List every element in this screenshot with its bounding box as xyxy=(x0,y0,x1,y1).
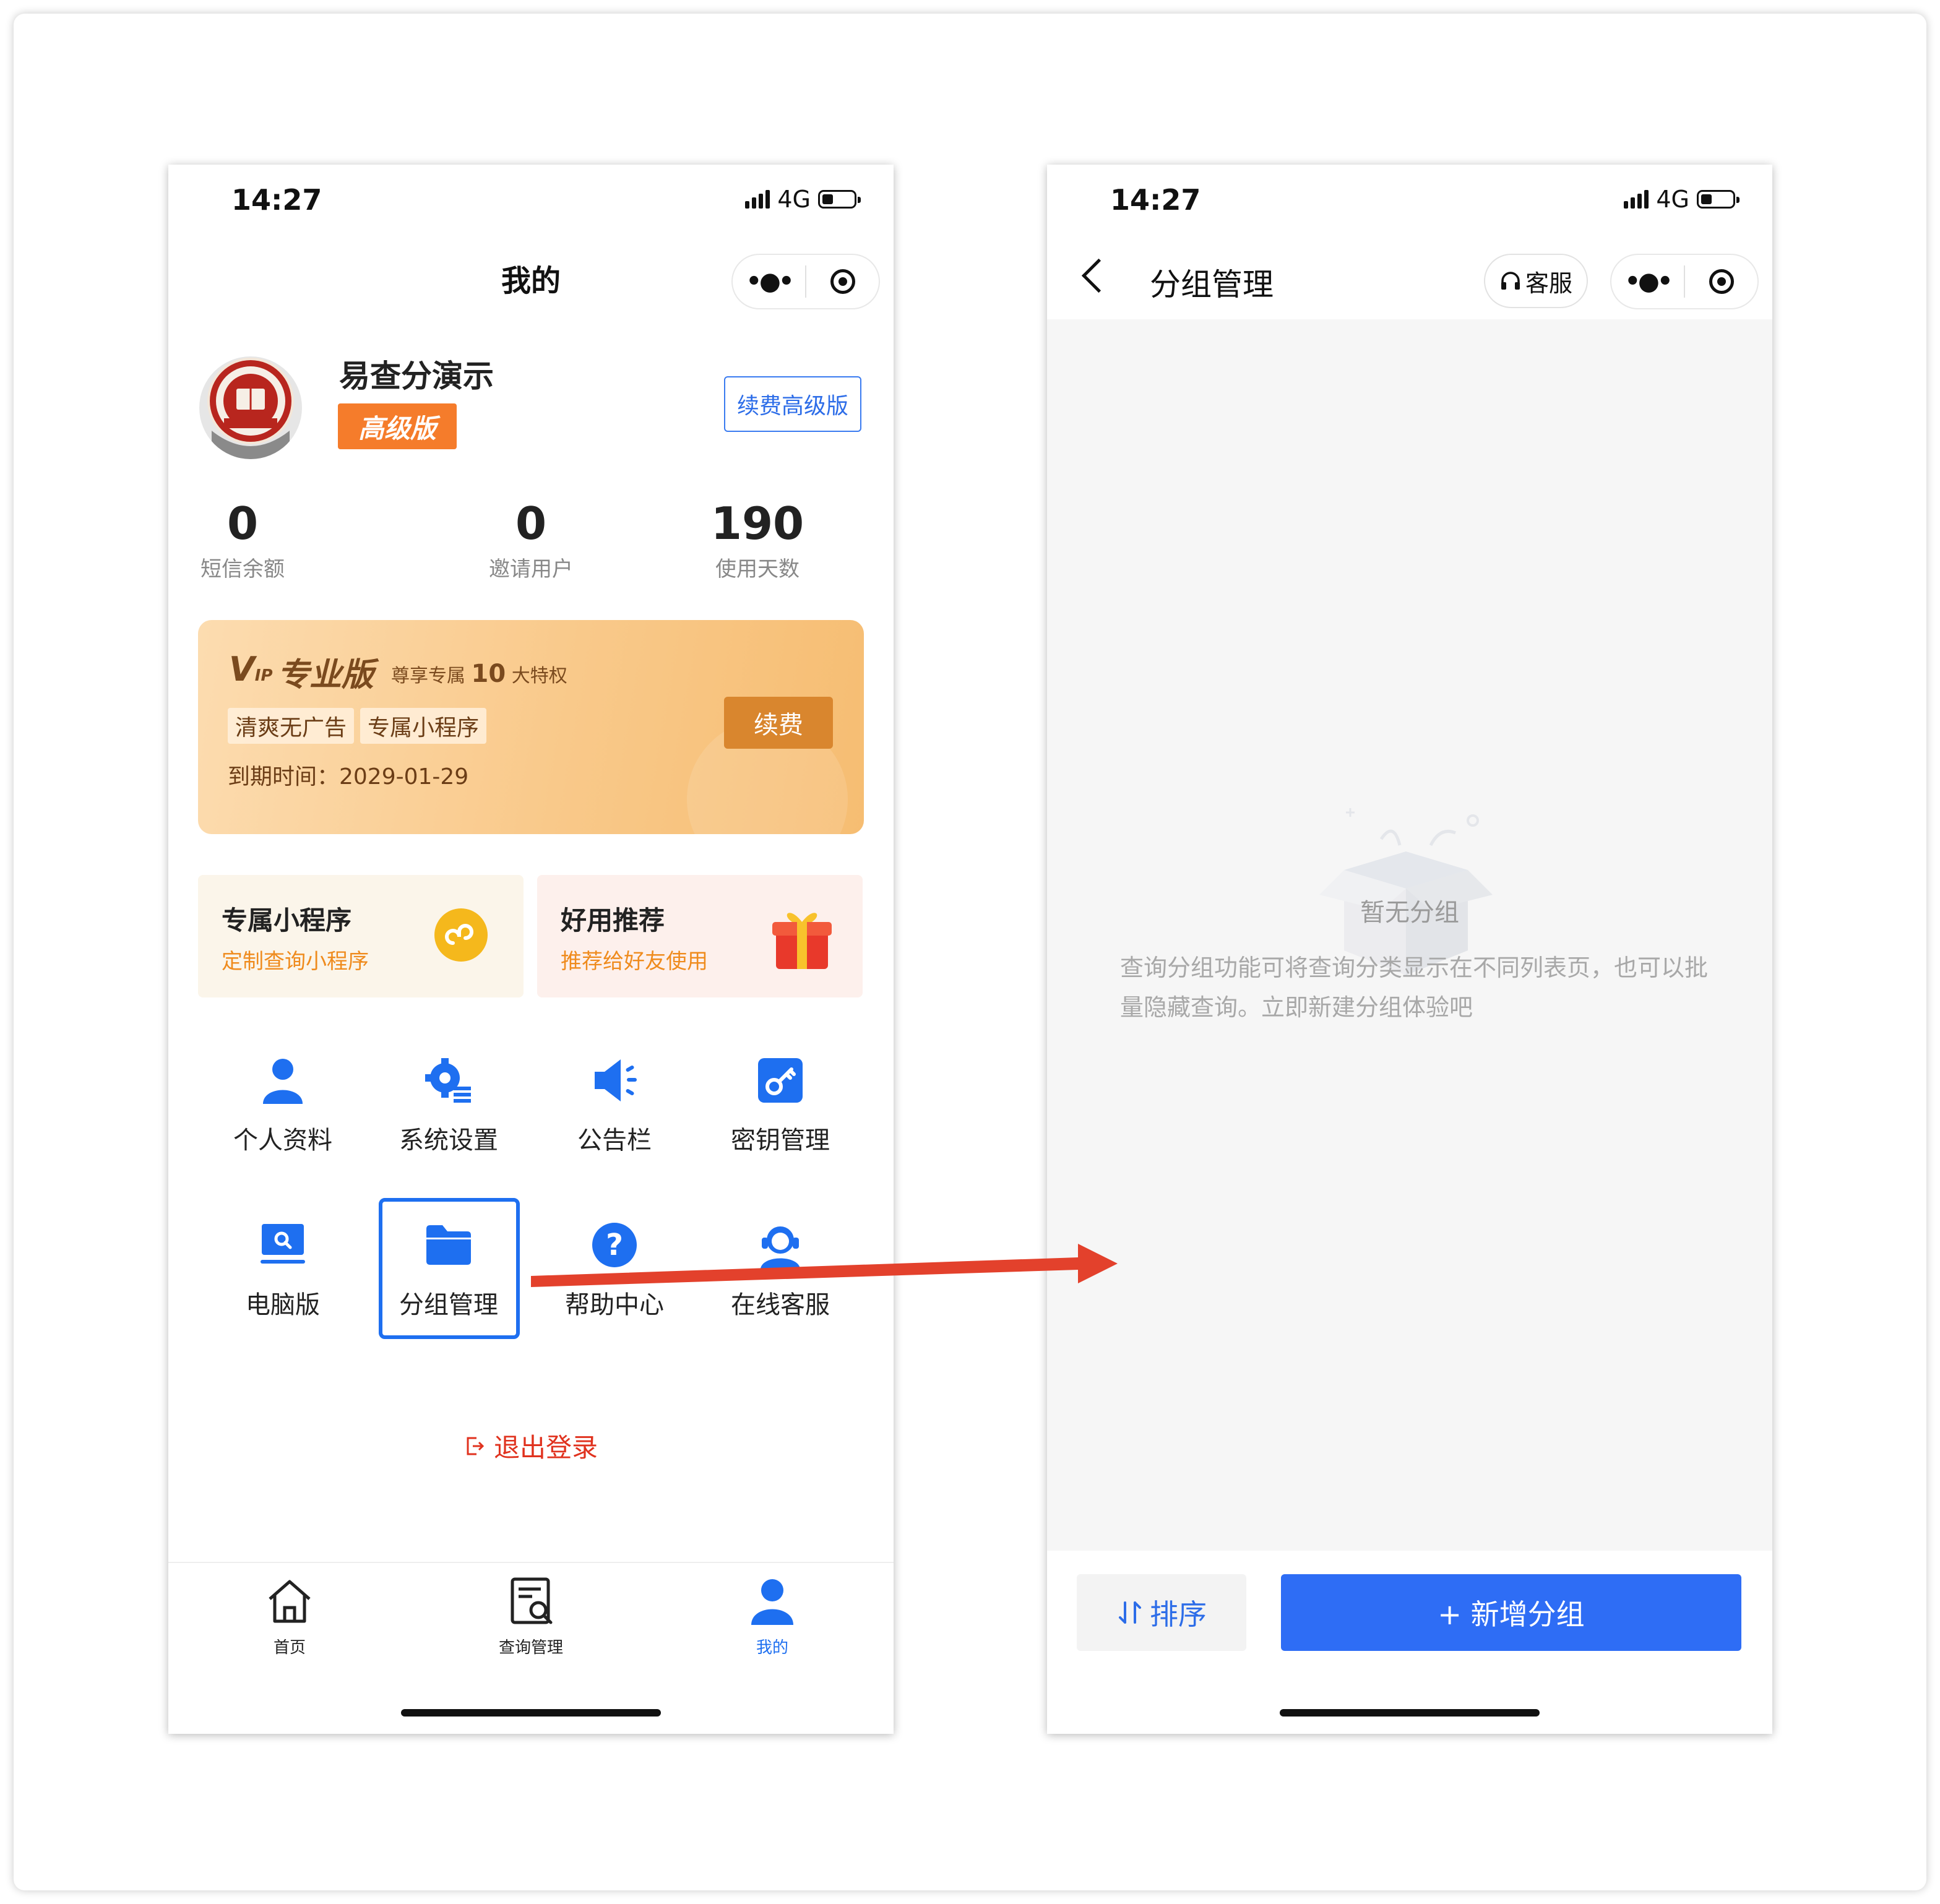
vip-logo: VIP xyxy=(229,650,273,689)
stat-label: 使用天数 xyxy=(715,557,800,582)
home-indicator xyxy=(1280,1709,1540,1717)
promo-title: 专属小程序 xyxy=(222,905,352,936)
promo-subtitle: 定制查询小程序 xyxy=(222,949,369,974)
promo-mini-program[interactable]: 专属小程序 定制查询小程序 xyxy=(198,875,524,997)
grid-label: 公告栏 xyxy=(577,1126,652,1155)
tab-bar: 首页 查询管理 我的 xyxy=(168,1562,894,1734)
svg-text:?: ? xyxy=(606,1228,623,1262)
customer-service-icon xyxy=(761,1226,800,1269)
stat-invited-users[interactable]: 0 邀请用户 xyxy=(457,499,605,582)
grid-item-profile[interactable]: 个人资料 xyxy=(212,1043,354,1173)
stat-sms-balance[interactable]: 0 短信余额 xyxy=(168,499,317,582)
tab-label: 首页 xyxy=(273,1639,306,1657)
avatar[interactable] xyxy=(199,356,302,459)
level-badge: 高级版 xyxy=(338,403,457,449)
query-manage-icon xyxy=(511,1577,553,1624)
battery-icon xyxy=(818,190,861,209)
gift-icon xyxy=(772,913,832,969)
target-icon[interactable] xyxy=(806,269,879,294)
stat-value: 190 xyxy=(710,498,804,549)
home-indicator xyxy=(401,1709,661,1717)
promo-subtitle: 推荐给好友使用 xyxy=(561,949,708,974)
signal-icon xyxy=(1624,190,1649,209)
vip-tag: 清爽无广告 xyxy=(228,708,355,744)
empty-title: 暂无分组 xyxy=(1360,898,1459,927)
grid-label: 个人资料 xyxy=(233,1126,332,1155)
page-title: 分组管理 xyxy=(1150,267,1274,303)
help-icon: ? xyxy=(592,1223,637,1267)
more-dots-icon[interactable]: •●• xyxy=(733,267,805,296)
miniapp-capsule: •●• xyxy=(1610,254,1759,309)
home-icon xyxy=(269,1580,311,1623)
stat-days-used[interactable]: 190 使用天数 xyxy=(683,499,832,582)
grid-item-help[interactable]: ? 帮助中心 xyxy=(543,1208,686,1338)
network-type: 4G xyxy=(1656,186,1689,213)
grid-label: 帮助中心 xyxy=(565,1291,664,1319)
network-type: 4G xyxy=(777,186,811,213)
status-bar-right: 4G xyxy=(1624,186,1740,213)
content-area xyxy=(1047,319,1772,1551)
tab-mine[interactable]: 我的 xyxy=(710,1575,834,1662)
battery-icon xyxy=(1697,190,1740,209)
signal-icon xyxy=(745,190,770,209)
tab-label: 我的 xyxy=(756,1639,788,1657)
vip-expire-date: 到期时间：2029-01-29 xyxy=(228,764,469,790)
computer-icon xyxy=(261,1224,305,1264)
stat-value: 0 xyxy=(515,498,547,549)
group-manage-phone: 14:27 4G 分组管理 客服 •●• 暂无分组 查询分组功能可将查询分类显示… xyxy=(1047,165,1772,1734)
tab-label: 查询管理 xyxy=(498,1639,563,1657)
grid-item-online-service[interactable]: 在线客服 xyxy=(709,1208,851,1338)
stat-label: 邀请用户 xyxy=(489,557,573,582)
megaphone-icon xyxy=(595,1059,637,1101)
vip-card[interactable]: VIP 专业版 尊享专属 10 大特权 清爽无广告 专属小程序 到期时间：202… xyxy=(198,620,864,834)
target-icon[interactable] xyxy=(1685,269,1757,294)
grid-label: 在线客服 xyxy=(731,1291,830,1319)
grid-item-key-manage[interactable]: 密钥管理 xyxy=(709,1043,851,1173)
more-dots-icon[interactable]: •●• xyxy=(1611,267,1684,296)
grid-item-settings[interactable]: 系统设置 xyxy=(377,1043,520,1173)
vip-tag: 专属小程序 xyxy=(360,708,487,744)
person-icon xyxy=(263,1059,303,1104)
status-time: 14:27 xyxy=(1110,183,1201,217)
grid-item-desktop[interactable]: 电脑版 xyxy=(212,1208,354,1338)
grid-label: 系统设置 xyxy=(399,1126,498,1155)
mine-page-phone: 14:27 4G 我的 •●• 易查分演示 高级版 续费高级版 0 短信余额 0… xyxy=(168,165,894,1734)
sort-icon xyxy=(1119,1601,1141,1624)
user-name: 易查分演示 xyxy=(339,358,494,394)
back-chevron-icon[interactable] xyxy=(1081,258,1116,293)
stat-label: 短信余额 xyxy=(200,557,285,582)
tab-query-manage[interactable]: 查询管理 xyxy=(469,1575,593,1662)
add-group-button[interactable]: + 新增分组 xyxy=(1281,1574,1741,1651)
miniapp-capsule: •●• xyxy=(731,254,880,309)
renew-advanced-button[interactable]: 续费高级版 xyxy=(724,376,861,432)
grid-item-bulletin[interactable]: 公告栏 xyxy=(543,1043,686,1173)
vip-renew-button[interactable]: 续费 xyxy=(724,697,833,749)
sort-button[interactable]: 排序 xyxy=(1077,1574,1246,1651)
service-label: 客服 xyxy=(1525,269,1572,297)
headset-icon xyxy=(1501,272,1520,290)
service-button[interactable]: 客服 xyxy=(1484,254,1588,308)
status-bar-right: 4G xyxy=(745,186,861,213)
school-seal-logo xyxy=(207,358,294,459)
promo-title: 好用推荐 xyxy=(561,905,665,936)
empty-description: 查询分组功能可将查询分类显示在不同列表页，也可以批量隐藏查询。立即新建分组体验吧 xyxy=(1120,954,1709,1021)
stat-value: 0 xyxy=(226,498,259,549)
logout-icon xyxy=(467,1437,485,1455)
vip-title: 专业版 xyxy=(277,657,374,694)
grid-label: 密钥管理 xyxy=(731,1126,830,1155)
vip-subtitle: 尊享专属 10 大特权 xyxy=(391,660,567,688)
highlight-box xyxy=(379,1198,520,1339)
tab-home[interactable]: 首页 xyxy=(228,1575,351,1662)
key-icon xyxy=(758,1058,803,1103)
mini-program-icon xyxy=(434,908,488,962)
user-icon xyxy=(751,1579,793,1625)
sort-label: 排序 xyxy=(1150,1598,1207,1631)
logout-label: 退出登录 xyxy=(493,1432,598,1463)
logout-button[interactable]: 退出登录 xyxy=(168,1427,894,1465)
promo-recommend[interactable]: 好用推荐 推荐给好友使用 xyxy=(537,875,863,997)
grid-label: 电脑版 xyxy=(246,1291,320,1319)
settings-gear-icon xyxy=(425,1058,471,1103)
